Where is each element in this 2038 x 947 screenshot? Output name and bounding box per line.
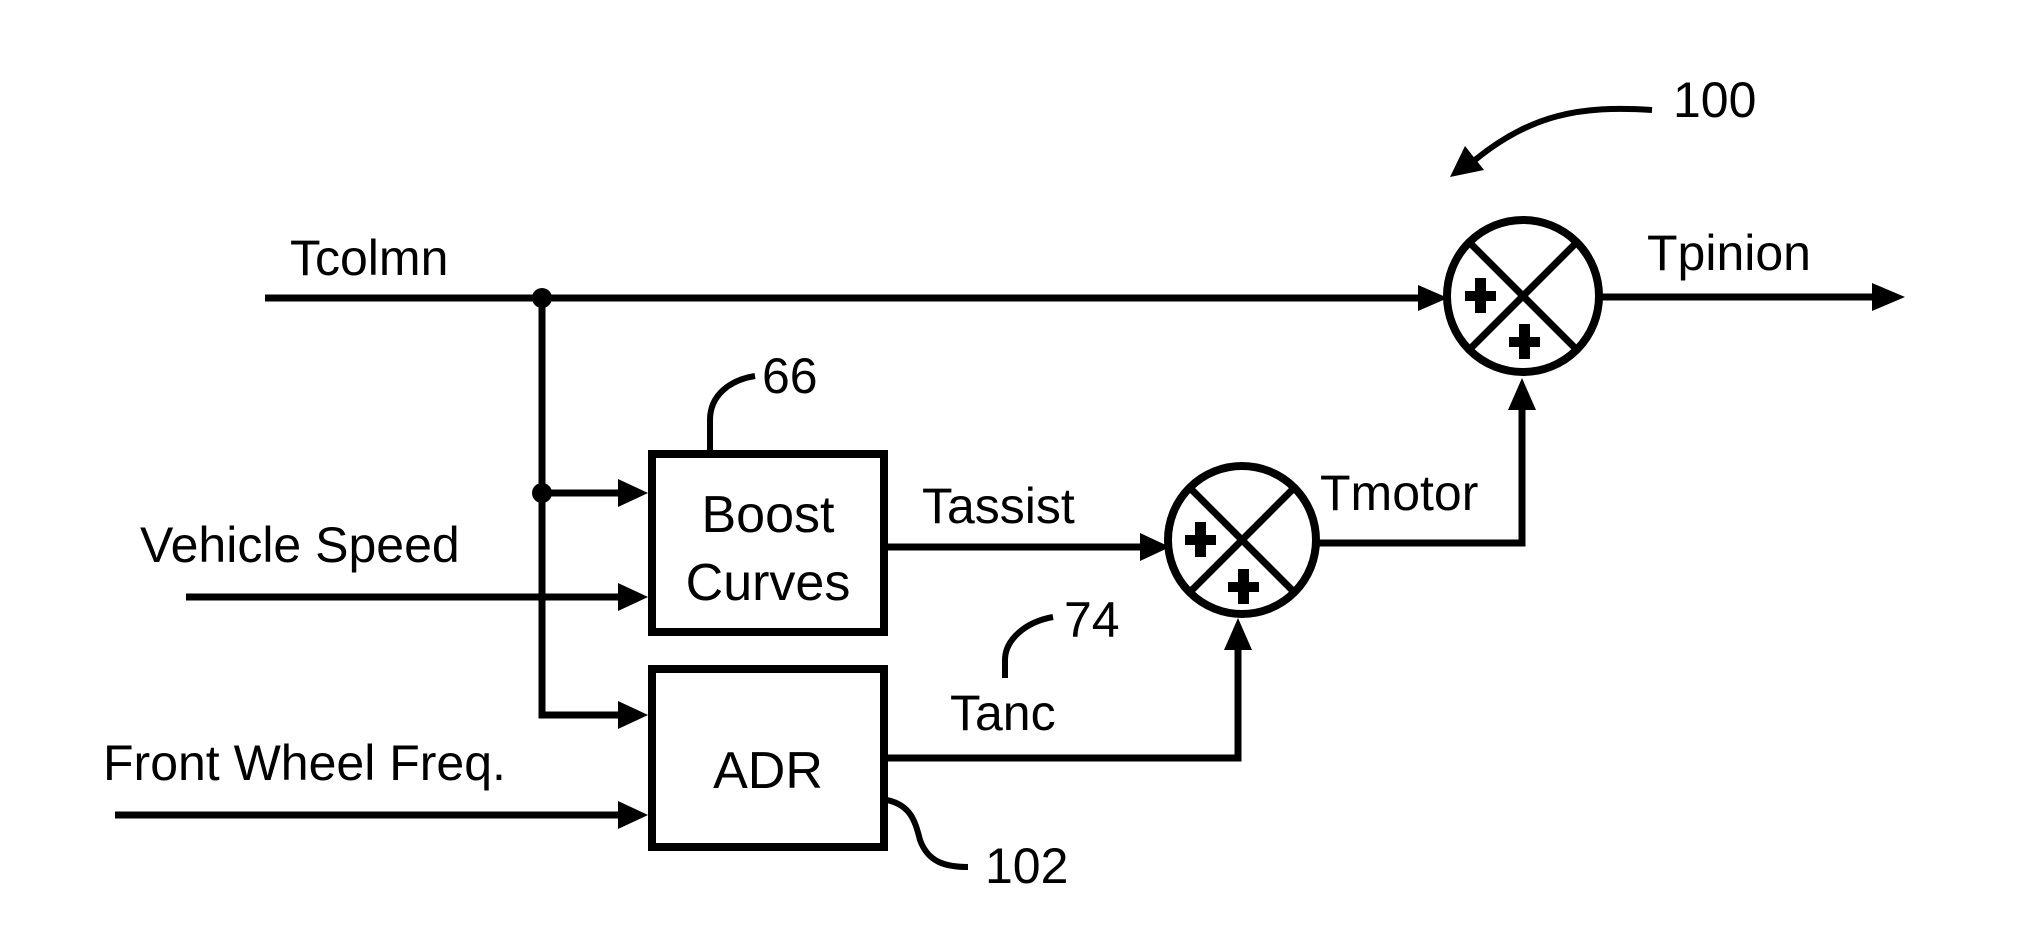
adr-block[interactable]: ADR	[648, 665, 888, 851]
reference-100-label: 100	[1673, 72, 1756, 128]
boost-curves-label-line2: Curves	[686, 554, 851, 612]
front-wheel-freq-arrowhead	[618, 801, 648, 829]
reference-100-arrowhead	[1450, 146, 1484, 177]
tpinion-label: Tpinion	[1647, 225, 1811, 281]
tcolmn-to-adr-arrowhead	[618, 701, 648, 729]
front-wheel-freq-label: Front Wheel Freq.	[103, 735, 506, 791]
reference-100-leader	[1473, 105, 1653, 163]
steering-block-diagram: 100 Tcolmn Vehicle Speed Front Wheel Fre…	[103, 72, 1905, 894]
tcolmn-branch-wire	[538, 298, 620, 719]
boost-curves-ref-leader	[707, 373, 756, 452]
tanc-label: Tanc	[950, 685, 1056, 741]
tassist-label: Tassist	[922, 478, 1075, 534]
adr-ref-label: 102	[985, 838, 1068, 894]
adr-ref-leader	[886, 797, 969, 870]
tcolmn-to-boost-arrowhead	[618, 479, 648, 507]
boost-curves-label-line1: Boost	[702, 486, 836, 544]
tanc-wire	[887, 647, 1242, 762]
sum-junction-pinion[interactable]	[1443, 216, 1603, 376]
tcolmn-label: Tcolmn	[290, 230, 448, 286]
tanc-ref-label: 74	[1064, 592, 1120, 648]
tmotor-label: Tmotor	[1320, 465, 1478, 521]
adr-label: ADR	[713, 742, 823, 800]
boost-curves-block[interactable]: Boost Curves	[648, 450, 888, 636]
boost-curves-ref-label: 66	[762, 348, 818, 404]
tmotor-arrowhead	[1508, 378, 1536, 410]
tanc-ref-leader	[1002, 614, 1054, 678]
vehicle-speed-label: Vehicle Speed	[140, 517, 460, 573]
sum-junction-motor[interactable]	[1164, 462, 1320, 618]
tpinion-arrowhead	[1872, 283, 1905, 311]
vehicle-speed-arrowhead	[618, 583, 648, 611]
tanc-arrowhead	[1224, 618, 1252, 650]
